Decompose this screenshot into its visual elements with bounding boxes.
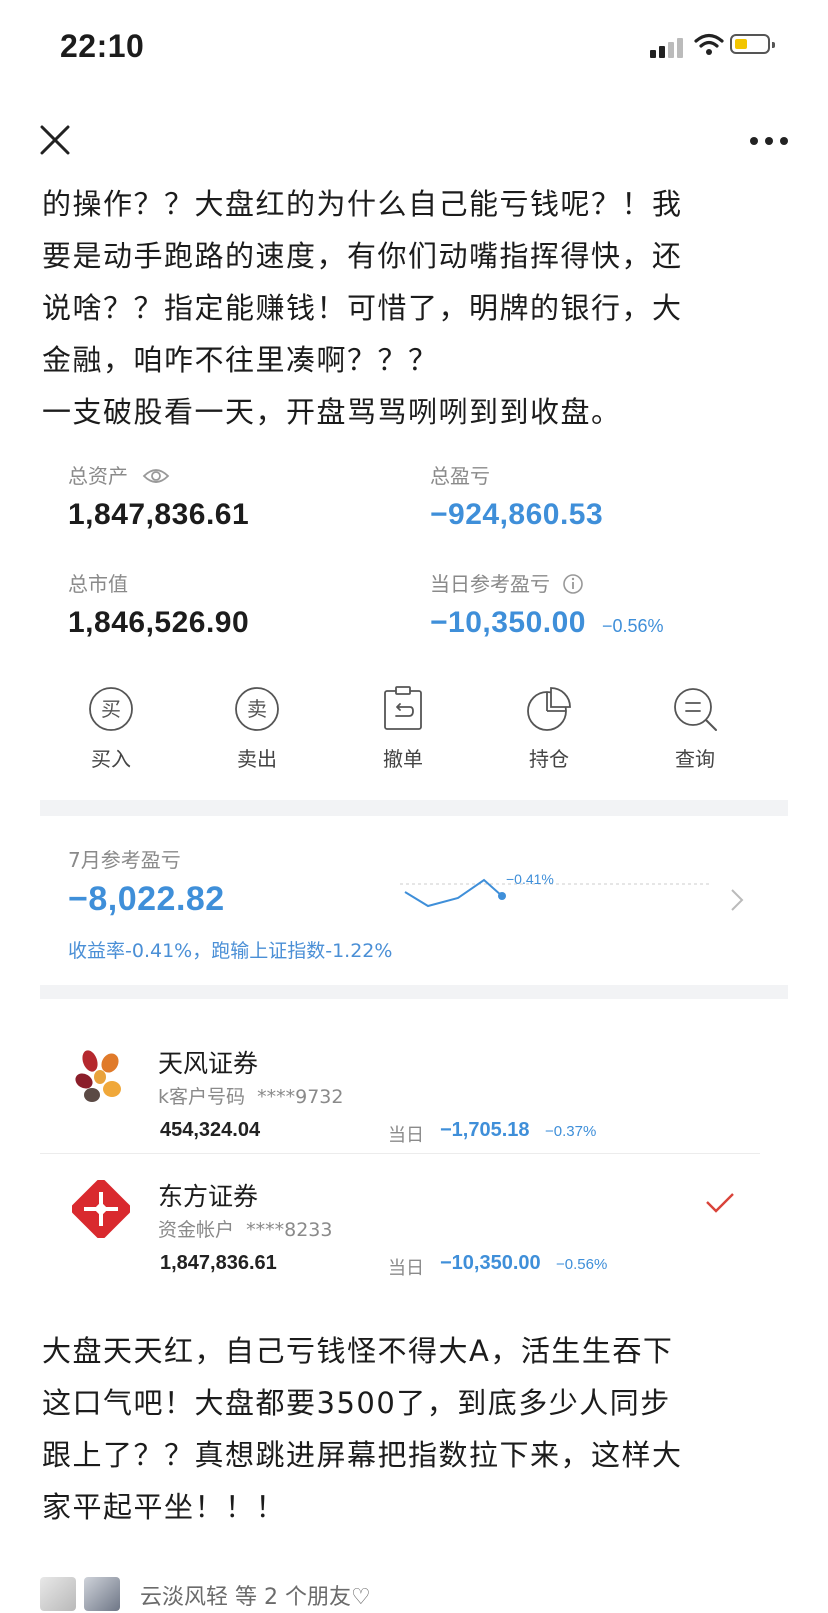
market-value-label: 总市值: [68, 572, 128, 596]
day-pnl-value: −10,350.00: [430, 606, 586, 639]
sparkline-label: −0.41%: [506, 871, 554, 887]
monthly-pnl-card[interactable]: 7月参考盈亏 −8,022.82 −0.41% 收益率-0.41%，跑输上证指数…: [40, 830, 788, 980]
account-day-pct: −0.56%: [556, 1256, 608, 1273]
total-assets-label: 总资产: [68, 460, 170, 489]
dongfang-logo: [72, 1180, 130, 1238]
eye-icon[interactable]: [142, 467, 170, 485]
quick-actions: 买 买入 卖 卖出 撤单 持仓 查询: [40, 685, 788, 795]
account-id: k客户号码 ****9732: [158, 1082, 343, 1109]
post-line: 这口气吧！大盘都要3500了，到底多少人同步: [42, 1386, 671, 1420]
likes-text: 云淡风轻 等 2 个朋友♡: [140, 1585, 371, 1610]
monthly-summary: 收益率-0.41%，跑输上证指数-1.22%: [68, 936, 392, 963]
post-line: 的操作？？大盘红的为什么自己能亏钱呢？！我: [42, 187, 683, 221]
battery-icon: [730, 34, 775, 54]
account-item[interactable]: 东方证券 资金帐户 ****8233 1,847,836.61 当日 −10,3…: [40, 1155, 788, 1285]
account-id-label: 资金帐户: [158, 1219, 235, 1241]
cancel-order-label: 撤单: [383, 747, 423, 771]
day-pnl-percent: −0.56%: [602, 616, 664, 636]
buy-label: 买入: [91, 747, 131, 771]
chevron-right-icon[interactable]: [730, 888, 744, 912]
avatar[interactable]: [84, 1577, 120, 1611]
nav-bar: [0, 105, 828, 175]
account-id-value: ****8233: [246, 1219, 333, 1241]
status-bar: 22:10: [0, 0, 828, 100]
monthly-pnl-value: −8,022.82: [68, 880, 225, 918]
post-line: 大盘天天红，自己亏钱怪不得大A，活生生吞下: [42, 1334, 674, 1368]
post-line: 家平起平坐！！！: [42, 1490, 287, 1524]
positions-label: 持仓: [529, 747, 569, 771]
account-day-pnl: −1,705.18: [440, 1119, 530, 1141]
section-divider: [40, 985, 788, 999]
account-name: 天风证券: [158, 1049, 259, 1078]
account-day-pct: −0.37%: [545, 1123, 597, 1140]
total-pnl-label: 总盈亏: [430, 464, 490, 488]
query-label: 查询: [675, 747, 715, 771]
post-line: 说啥？？指定能赚钱！可惜了，明牌的银行，大: [42, 291, 683, 325]
buy-button[interactable]: 买 买入: [66, 685, 156, 785]
more-options-button[interactable]: [750, 135, 790, 147]
buy-icon: 买: [89, 687, 133, 731]
post-line: 跟上了？？真想跳进屏幕把指数拉下来，这样大: [42, 1438, 683, 1472]
account-assets: 1,847,836.61: [160, 1252, 277, 1274]
monthly-summary-text: 收益率-0.41%，跑输上证指数-1.22%: [68, 940, 393, 962]
status-time: 22:10: [60, 28, 145, 64]
post-text-top: 的操作？？大盘红的为什么自己能亏钱呢？！我 要是动手跑路的速度，有你们动嘴指挥得…: [42, 178, 792, 438]
sell-icon: 卖: [235, 687, 279, 731]
close-button[interactable]: [38, 123, 72, 157]
sell-label: 卖出: [237, 747, 277, 771]
check-icon: [706, 1193, 734, 1213]
avatar[interactable]: [40, 1577, 76, 1611]
wifi-icon: [694, 33, 724, 55]
buy-icon-char: 买: [101, 697, 121, 721]
total-assets-label-text: 总资产: [68, 464, 128, 488]
monthly-sparkline: −0.41%: [400, 871, 710, 908]
sell-button[interactable]: 卖 卖出: [212, 685, 302, 785]
info-icon[interactable]: [562, 573, 584, 595]
post-line: 金融，咱咋不往里凑啊？？？: [42, 343, 439, 377]
account-name: 东方证券: [158, 1182, 259, 1211]
sell-icon-char: 卖: [247, 697, 267, 721]
post-line: 要是动手跑路的速度，有你们动嘴指挥得快，还: [42, 239, 683, 273]
day-pnl-label-text: 当日参考盈亏: [430, 572, 550, 596]
account-id-label: k客户号码: [158, 1086, 246, 1108]
post-line: 一支破股看一天，开盘骂骂咧咧到到收盘。: [42, 395, 622, 429]
pie-chart-icon: [527, 687, 571, 731]
divider: [40, 1153, 760, 1154]
account-id: 资金帐户 ****8233: [158, 1215, 332, 1242]
account-day-pnl: −10,350.00: [440, 1252, 541, 1274]
post-text-bottom: 大盘天天红，自己亏钱怪不得大A，活生生吞下 这口气吧！大盘都要3500了，到底多…: [42, 1325, 792, 1533]
search-icon: [674, 688, 717, 731]
cancel-order-button[interactable]: 撤单: [358, 685, 448, 785]
positions-button[interactable]: 持仓: [504, 685, 594, 785]
monthly-pnl-label: 7月参考盈亏: [68, 848, 181, 872]
likes-bar: 云淡风轻 等 2 个朋友♡: [40, 1575, 800, 1613]
asset-summary: 总资产 1,847,836.61 总盈亏 −924,860.53 总市值 1,8…: [40, 440, 788, 668]
account-id-value: ****9732: [257, 1086, 344, 1108]
tianfeng-logo: [75, 1050, 121, 1102]
account-day-label: 当日: [388, 1258, 424, 1279]
total-pnl-value: −924,860.53: [430, 498, 604, 531]
section-divider: [40, 800, 788, 816]
account-item[interactable]: 天风证券 k客户号码 ****9732 454,324.04 当日 −1,705…: [40, 1022, 788, 1152]
account-assets: 454,324.04: [160, 1119, 261, 1141]
day-pnl-label: 当日参考盈亏: [430, 568, 584, 597]
account-day-label: 当日: [388, 1125, 424, 1146]
query-button[interactable]: 查询: [650, 685, 740, 785]
cancel-order-icon: [384, 686, 422, 730]
market-value: 1,846,526.90: [68, 606, 250, 639]
total-assets-value: 1,847,836.61: [68, 498, 250, 531]
